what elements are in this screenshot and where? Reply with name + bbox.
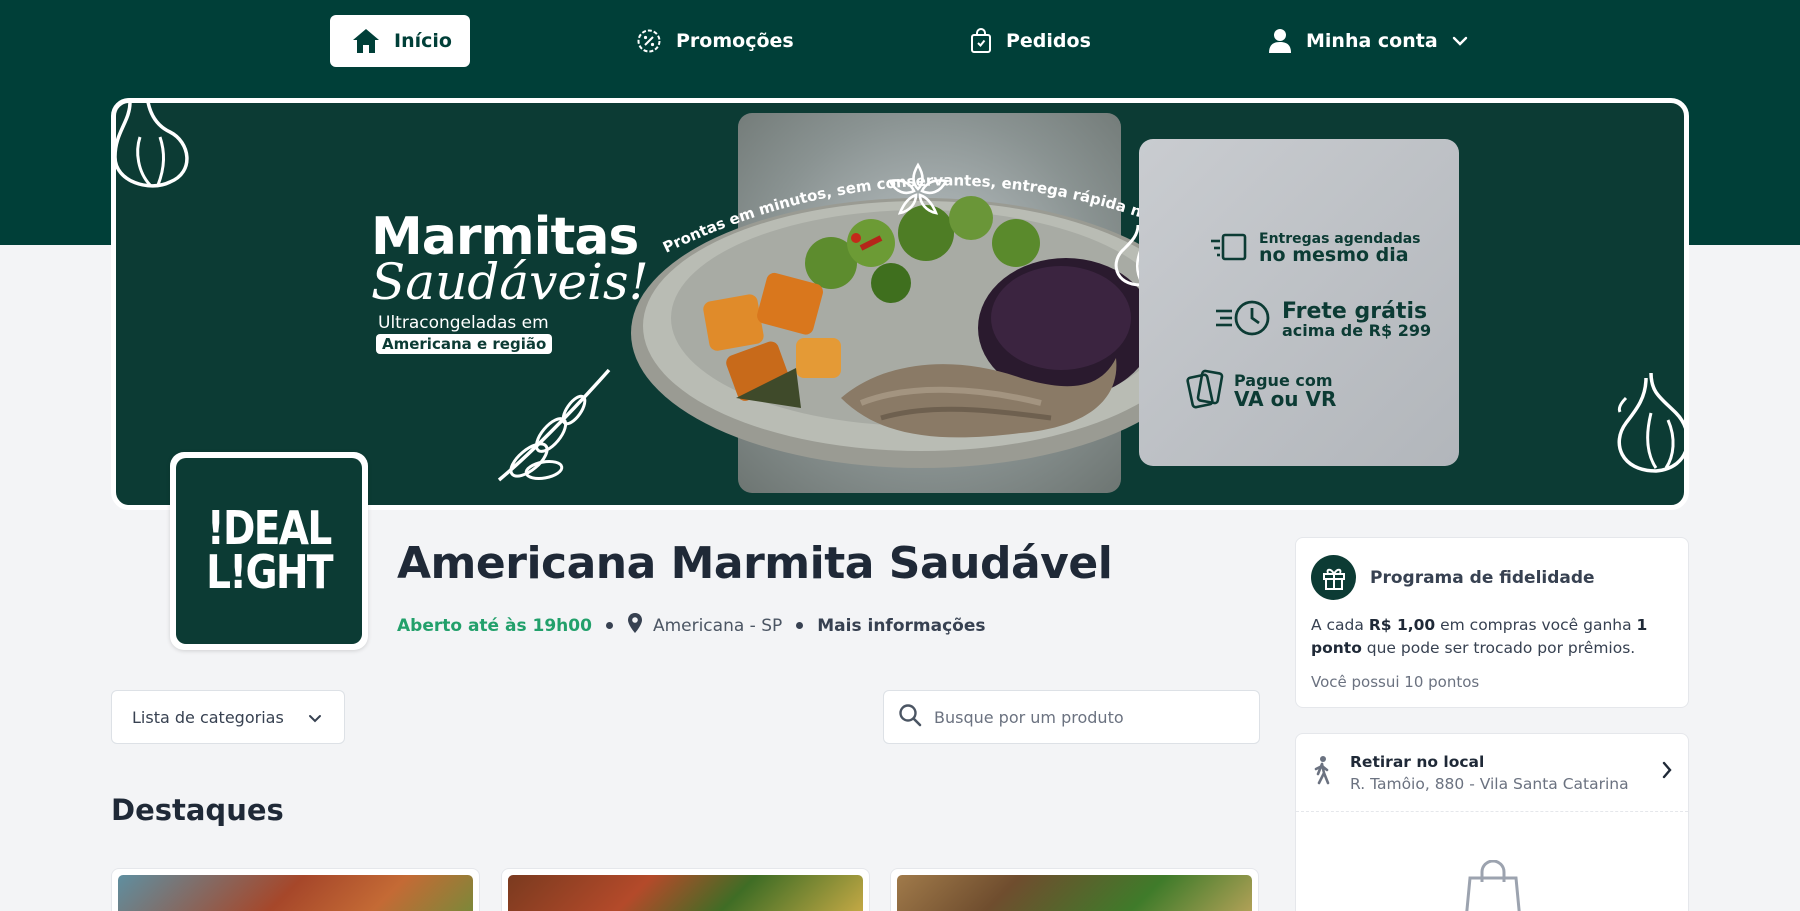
separator-dot <box>796 622 804 629</box>
nav-item-minha-conta[interactable]: Minha conta <box>1268 15 1468 67</box>
banner-title-script: Saudáveis! <box>371 253 649 311</box>
loyalty-program-card: Programa de fidelidade A cada R$ 1,00 em… <box>1295 537 1689 708</box>
product-card[interactable] <box>501 868 870 911</box>
product-image <box>508 875 863 911</box>
delivery-box-icon <box>1209 231 1249 267</box>
gift-icon <box>1311 555 1356 600</box>
nav-item-label: Pedidos <box>1006 30 1091 52</box>
garlic-icon <box>1617 372 1684 473</box>
separator-dot <box>605 622 613 629</box>
nav-item-label: Início <box>394 30 452 52</box>
pickup-address: R. Tamôio, 880 - Vila Santa Catarina <box>1350 774 1629 793</box>
store-location: Americana - SP <box>627 612 782 639</box>
chevron-right-icon <box>1662 761 1672 784</box>
loyalty-title: Programa de fidelidade <box>1370 567 1595 588</box>
fast-clock-icon <box>1214 299 1272 341</box>
product-image <box>118 875 473 911</box>
nav-item-promocoes[interactable]: Promoções <box>636 15 794 67</box>
flower-icon <box>888 162 948 215</box>
product-card[interactable] <box>111 868 480 911</box>
search-input[interactable] <box>934 707 1234 727</box>
product-card[interactable] <box>890 868 1259 911</box>
pickup-option[interactable]: Retirar no local R. Tamôio, 880 - Vila S… <box>1296 734 1688 812</box>
loyalty-text-prefix: A cada <box>1311 616 1369 634</box>
empty-cart-bag-icon <box>1465 860 1521 911</box>
pickup-title: Retirar no local <box>1350 752 1485 771</box>
loyalty-text-suffix: que pode ser trocado por prêmios. <box>1361 639 1636 657</box>
store-banner: Marmitas Saudáveis! Ultracongeladas em A… <box>111 98 1689 510</box>
feature-line2: VA ou VR <box>1234 387 1337 411</box>
more-info-link[interactable]: Mais informações <box>817 616 985 636</box>
home-icon <box>352 28 380 54</box>
store-logo: !DEAL L!GHT <box>170 452 368 650</box>
pickup-card: Retirar no local R. Tamôio, 880 - Vila S… <box>1295 733 1689 911</box>
feature-line1: Frete grátis <box>1282 299 1428 324</box>
category-list-label: Lista de categorias <box>132 707 284 727</box>
chevron-down-icon <box>1452 36 1468 46</box>
product-image <box>897 875 1252 911</box>
search-icon <box>898 703 922 732</box>
loyalty-amount: R$ 1,00 <box>1368 616 1436 634</box>
garlic-icon <box>116 103 189 188</box>
feature-line2: acima de R$ 299 <box>1282 321 1432 340</box>
loyalty-balance: Você possui 10 pontos <box>1311 673 1480 691</box>
banner-subtitle-highlight: Americana e região <box>376 334 553 354</box>
user-icon <box>1268 28 1292 54</box>
shopping-bag-icon <box>970 28 992 54</box>
cards-icon <box>1186 368 1224 414</box>
loyalty-text-middle: em compras você ganha <box>1435 616 1637 634</box>
feature-free-shipping: Frete grátis acima de R$ 299 <box>1214 299 1431 341</box>
feature-line2: no mesmo dia <box>1259 244 1409 267</box>
banner-subtitle: Ultracongeladas em <box>378 313 549 333</box>
nav-item-inicio[interactable]: Início <box>330 15 470 67</box>
store-name: Americana Marmita Saudável <box>397 538 1113 589</box>
nav-item-label: Promoções <box>676 30 794 52</box>
chevron-down-icon <box>308 708 322 727</box>
nav-item-label: Minha conta <box>1306 30 1438 52</box>
walking-person-icon <box>1312 755 1332 790</box>
logo-text-line2: L!GHT <box>206 545 333 599</box>
loyalty-description: A cada R$ 1,00 em compras você ganha 1 p… <box>1311 614 1681 660</box>
store-meta: Aberto até às 19h00 Americana - SP Mais … <box>397 612 985 639</box>
product-search <box>883 690 1260 744</box>
store-location-text: Americana - SP <box>652 615 783 636</box>
category-list-dropdown[interactable]: Lista de categorias <box>111 690 345 744</box>
section-title-destaques: Destaques <box>111 793 284 827</box>
feature-scheduled-delivery: Entregas agendadas no mesmo dia <box>1209 231 1421 267</box>
discount-badge-icon <box>636 28 662 54</box>
feature-payment: Pague com VA ou VR <box>1186 368 1336 414</box>
main-nav: Início Promoções Pedidos Minha conta <box>0 0 1800 80</box>
store-status: Aberto até às 19h00 <box>397 615 592 636</box>
leaf-branch-icon <box>497 368 611 482</box>
nav-item-pedidos[interactable]: Pedidos <box>970 15 1091 67</box>
map-pin-icon <box>627 612 643 639</box>
